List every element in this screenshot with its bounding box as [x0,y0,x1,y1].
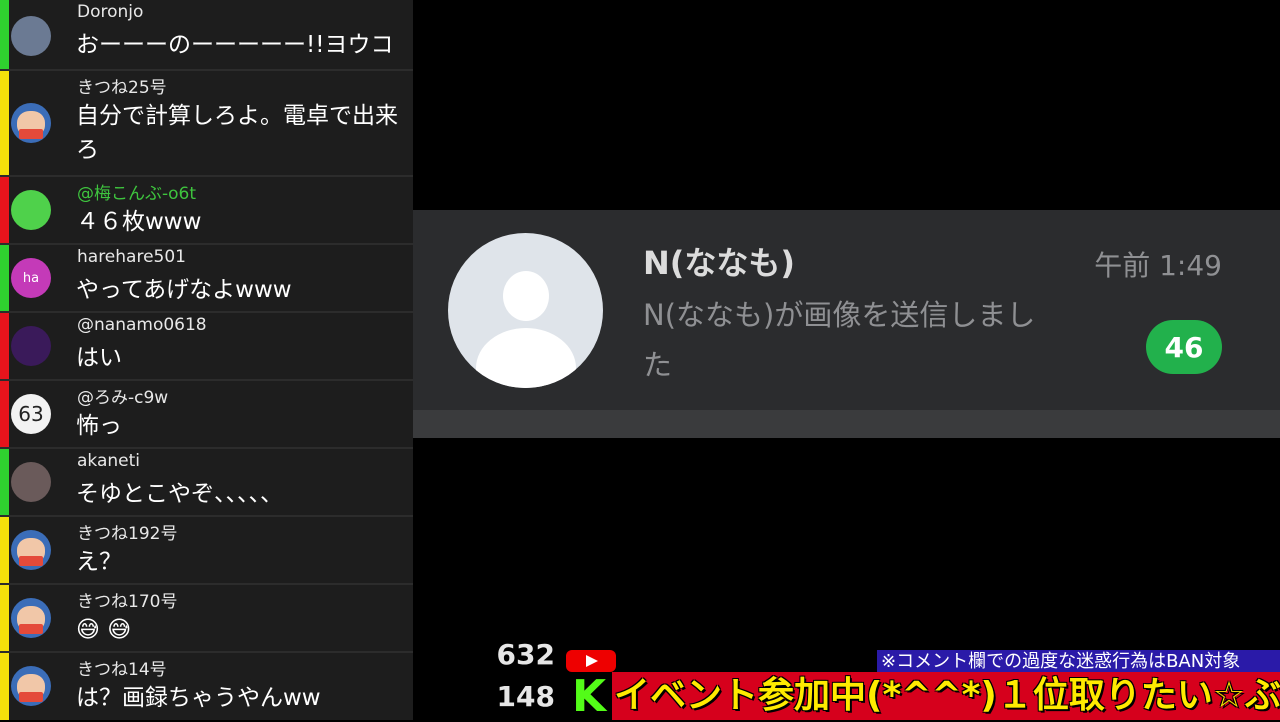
avatar[interactable]: ha [11,258,51,298]
message-notification[interactable]: N(ななも) N(ななも)が画像を送信しました 午前 1:49 46 [413,210,1280,438]
chat-message: akaneti そゆとこやぞ、、、、、 [0,449,413,517]
status-bar [0,517,9,583]
chat-username: @梅こんぶ-o6t [77,184,197,204]
notice-banner: ※コメント欄での過度な迷惑行為はBAN対象 [877,650,1280,674]
chat-text: ４６枚www [76,209,202,235]
chat-username: Doronjo [77,2,144,22]
status-bar [0,245,9,311]
avatar[interactable] [11,16,51,56]
viewer-count-youtube: 632 [496,638,555,671]
chat-text: やってあげなよwww [76,277,292,303]
chat-text: はい [76,345,122,371]
unread-count-badge: 46 [1146,320,1222,374]
avatar[interactable] [11,190,51,230]
youtube-icon [566,650,616,672]
sender-name: N(ななも) [643,244,796,282]
message-time: 午前 1:49 [1094,249,1222,282]
avatar[interactable] [11,462,51,502]
chat-message: Doronjo おーーーのーーーーー!!ヨウコ [0,0,413,71]
fox-avatar-icon [11,666,51,706]
chat-text: え？ [76,549,122,575]
chat-message: きつね170号 😅 😅 [0,585,413,653]
chat-username: きつね25号 [77,78,167,98]
fox-avatar-icon [11,598,51,638]
chat-text: おーーーのーーーーー!!ヨウコ [76,32,394,58]
chat-message: @梅こんぶ-o6t ４６枚www [0,177,413,245]
chat-text: 怖っ [76,413,122,439]
status-bar [0,0,9,69]
chat-panel: Doronjo おーーーのーーーーー!!ヨウコ きつね25号 自分で計算しろよ。… [0,0,413,720]
status-bar [0,449,9,515]
chat-message: きつね25号 自分で計算しろよ。電卓で出来ろ [0,71,413,177]
viewer-count-kick: 148 [496,680,555,713]
card-footer-strip [413,410,1280,438]
chat-text: そゆとこやぞ、、、、、 [76,481,283,507]
chat-username: akaneti [77,451,141,471]
status-bar [0,177,9,243]
chat-text: 自分で計算しろよ。電卓で出来ろ [76,103,398,163]
chat-username: @nanamo0618 [77,315,207,335]
chat-username: harehare501 [77,247,186,267]
avatar[interactable] [11,530,51,570]
chat-message: 63 @ろみ-c9w 怖っ [0,381,413,449]
avatar[interactable]: 63 [11,394,51,434]
chat-message: きつね14号 は？画録ちゃうやんww [0,653,413,720]
event-banner: イベント参加中(*^^*)１位取りたい☆ぶ [612,672,1280,720]
chat-username: @ろみ-c9w [77,388,169,408]
status-bar [0,71,9,175]
status-bar [0,313,9,379]
default-avatar-icon [448,233,603,388]
chat-username: きつね192号 [77,524,178,544]
chat-text: は？画録ちゃうやんww [76,685,321,711]
avatar[interactable] [11,666,51,706]
avatar[interactable] [11,103,51,143]
chat-message: ha harehare501 やってあげなよwww [0,245,413,313]
chat-text: 😅 😅 [76,617,132,643]
chat-username: きつね14号 [77,660,167,680]
status-bar [0,653,9,720]
chat-username: きつね170号 [77,592,178,612]
status-bar [0,585,9,651]
chat-message: @nanamo0618 はい [0,313,413,381]
fox-avatar-icon [11,530,51,570]
kick-icon: K [566,673,612,720]
status-bar [0,381,9,447]
fox-avatar-icon [11,103,51,143]
chat-message: きつね192号 え？ [0,517,413,585]
avatar[interactable] [11,598,51,638]
avatar[interactable] [11,326,51,366]
message-preview: N(ななも)が画像を送信しました [643,298,1036,382]
